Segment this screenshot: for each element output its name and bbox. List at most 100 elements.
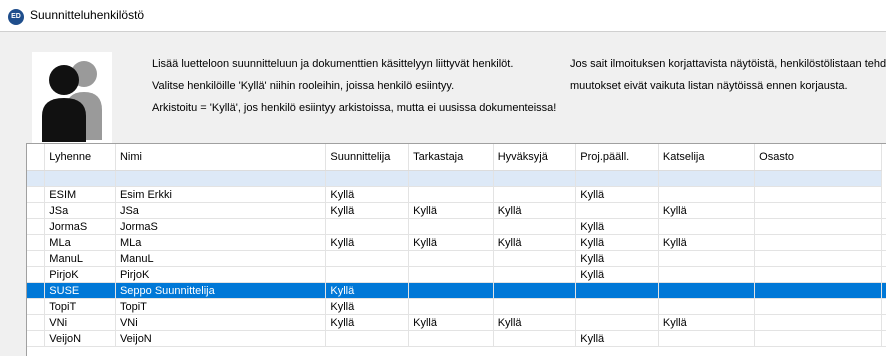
row-selector[interactable] [27,251,45,267]
table-cell[interactable]: VeijoN [115,331,325,347]
column-header-osasto[interactable]: Osasto [755,144,882,171]
table-cell[interactable] [576,299,659,315]
table-cell[interactable]: Kyllä [409,203,494,219]
table-cell[interactable] [409,187,494,203]
table-row[interactable]: VNiVNiKylläKylläKylläKyllä [27,315,886,331]
personnel-grid[interactable]: Lyhenne Nimi Suunnittelija Tarkastaja Hy… [26,143,886,356]
table-cell[interactable] [409,299,494,315]
table-row[interactable]: JormaSJormaSKyllä [27,219,886,235]
table-cell[interactable]: MLa [45,235,116,251]
table-cell[interactable] [493,299,576,315]
column-header-lyhenne[interactable]: Lyhenne [45,144,116,171]
table-cell[interactable]: Kyllä [326,299,409,315]
row-selector[interactable] [27,171,45,187]
table-cell[interactable]: Kyllä [493,235,576,251]
row-selector[interactable] [27,187,45,203]
table-cell[interactable] [493,267,576,283]
table-cell[interactable] [576,171,659,187]
table-cell[interactable] [658,187,754,203]
table-cell[interactable]: Esim Erkki [115,187,325,203]
table-cell[interactable] [658,171,754,187]
table-cell[interactable] [755,187,882,203]
table-cell[interactable] [576,203,659,219]
row-selector[interactable] [27,283,45,299]
table-cell[interactable]: Kyllä [658,235,754,251]
table-cell[interactable]: Kyllä [326,187,409,203]
table-cell[interactable]: VNi [45,315,116,331]
table-cell[interactable]: Kyllä [658,315,754,331]
table-cell[interactable] [409,267,494,283]
table-cell[interactable]: JSa [115,203,325,219]
table-row[interactable]: PirjoKPirjoKKyllä [27,267,886,283]
table-cell[interactable]: PirjoK [45,267,116,283]
table-cell[interactable] [755,331,882,347]
table-cell[interactable] [326,331,409,347]
table-cell[interactable] [45,171,116,187]
table-cell[interactable]: Seppo Suunnittelija [115,283,325,299]
table-cell[interactable] [493,219,576,235]
table-row[interactable]: JSaJSaKylläKylläKylläKyllä [27,203,886,219]
table-row[interactable]: VeijoNVeijoNKyllä [27,331,886,347]
table-cell[interactable] [755,315,882,331]
row-selector[interactable] [27,235,45,251]
table-cell[interactable] [658,251,754,267]
table-cell[interactable] [576,283,659,299]
table-cell[interactable] [755,299,882,315]
table-cell[interactable]: Kyllä [326,283,409,299]
table-cell[interactable] [755,267,882,283]
table-cell[interactable]: VeijoN [45,331,116,347]
new-row[interactable] [27,171,886,187]
table-cell[interactable]: Kyllä [576,187,659,203]
row-selector[interactable] [27,267,45,283]
table-cell[interactable] [409,219,494,235]
table-cell[interactable]: JormaS [115,219,325,235]
table-cell[interactable]: Kyllä [576,251,659,267]
column-header-suunnittelija[interactable]: Suunnittelija [326,144,409,171]
table-cell[interactable]: Kyllä [326,203,409,219]
table-cell[interactable] [658,283,754,299]
table-row[interactable]: ESIMEsim ErkkiKylläKyllä [27,187,886,203]
table-cell[interactable] [409,171,494,187]
table-cell[interactable]: Kyllä [576,235,659,251]
table-row[interactable]: ManuLManuL Kyllä [27,251,886,267]
table-cell[interactable] [658,331,754,347]
table-cell[interactable] [115,171,325,187]
table-cell[interactable]: MLa [115,235,325,251]
table-cell[interactable] [755,235,882,251]
table-row[interactable]: TopiTTopiTKyllä [27,299,886,315]
table-cell[interactable]: JormaS [45,219,116,235]
table-cell[interactable] [576,315,659,331]
table-cell[interactable]: JSa [45,203,116,219]
table-cell[interactable] [755,203,882,219]
table-cell[interactable]: Kyllä [409,315,494,331]
table-row[interactable]: MLaMLaKylläKylläKylläKylläKyllä [27,235,886,251]
row-selector[interactable] [27,331,45,347]
table-cell[interactable] [755,283,882,299]
table-cell[interactable]: ManuL [115,251,325,267]
table-cell[interactable]: Kyllä [658,203,754,219]
table-cell[interactable]: TopiT [45,299,116,315]
row-selector[interactable] [27,315,45,331]
table-cell[interactable]: SUSE [45,283,116,299]
table-cell[interactable]: Kyllä [493,315,576,331]
table-cell[interactable]: Kyllä [493,203,576,219]
table-cell[interactable] [409,331,494,347]
table-cell[interactable] [658,219,754,235]
row-selector[interactable] [27,203,45,219]
table-cell[interactable] [493,331,576,347]
table-cell[interactable] [493,171,576,187]
row-selector[interactable] [27,219,45,235]
column-header-tarkastaja[interactable]: Tarkastaja [409,144,494,171]
table-cell[interactable] [493,283,576,299]
table-cell[interactable] [755,171,882,187]
table-cell[interactable]: ManuL [45,251,116,267]
column-header-katselija[interactable]: Katselija [658,144,754,171]
table-cell[interactable] [493,251,576,267]
table-cell[interactable] [326,251,409,267]
table-cell[interactable] [326,219,409,235]
table-cell[interactable]: TopiT [115,299,325,315]
column-header-projpaall[interactable]: Proj.pääll. [576,144,659,171]
column-header-hyvaksyja[interactable]: Hyväksyjä [493,144,576,171]
table-cell[interactable]: PirjoK [115,267,325,283]
table-cell[interactable] [658,267,754,283]
